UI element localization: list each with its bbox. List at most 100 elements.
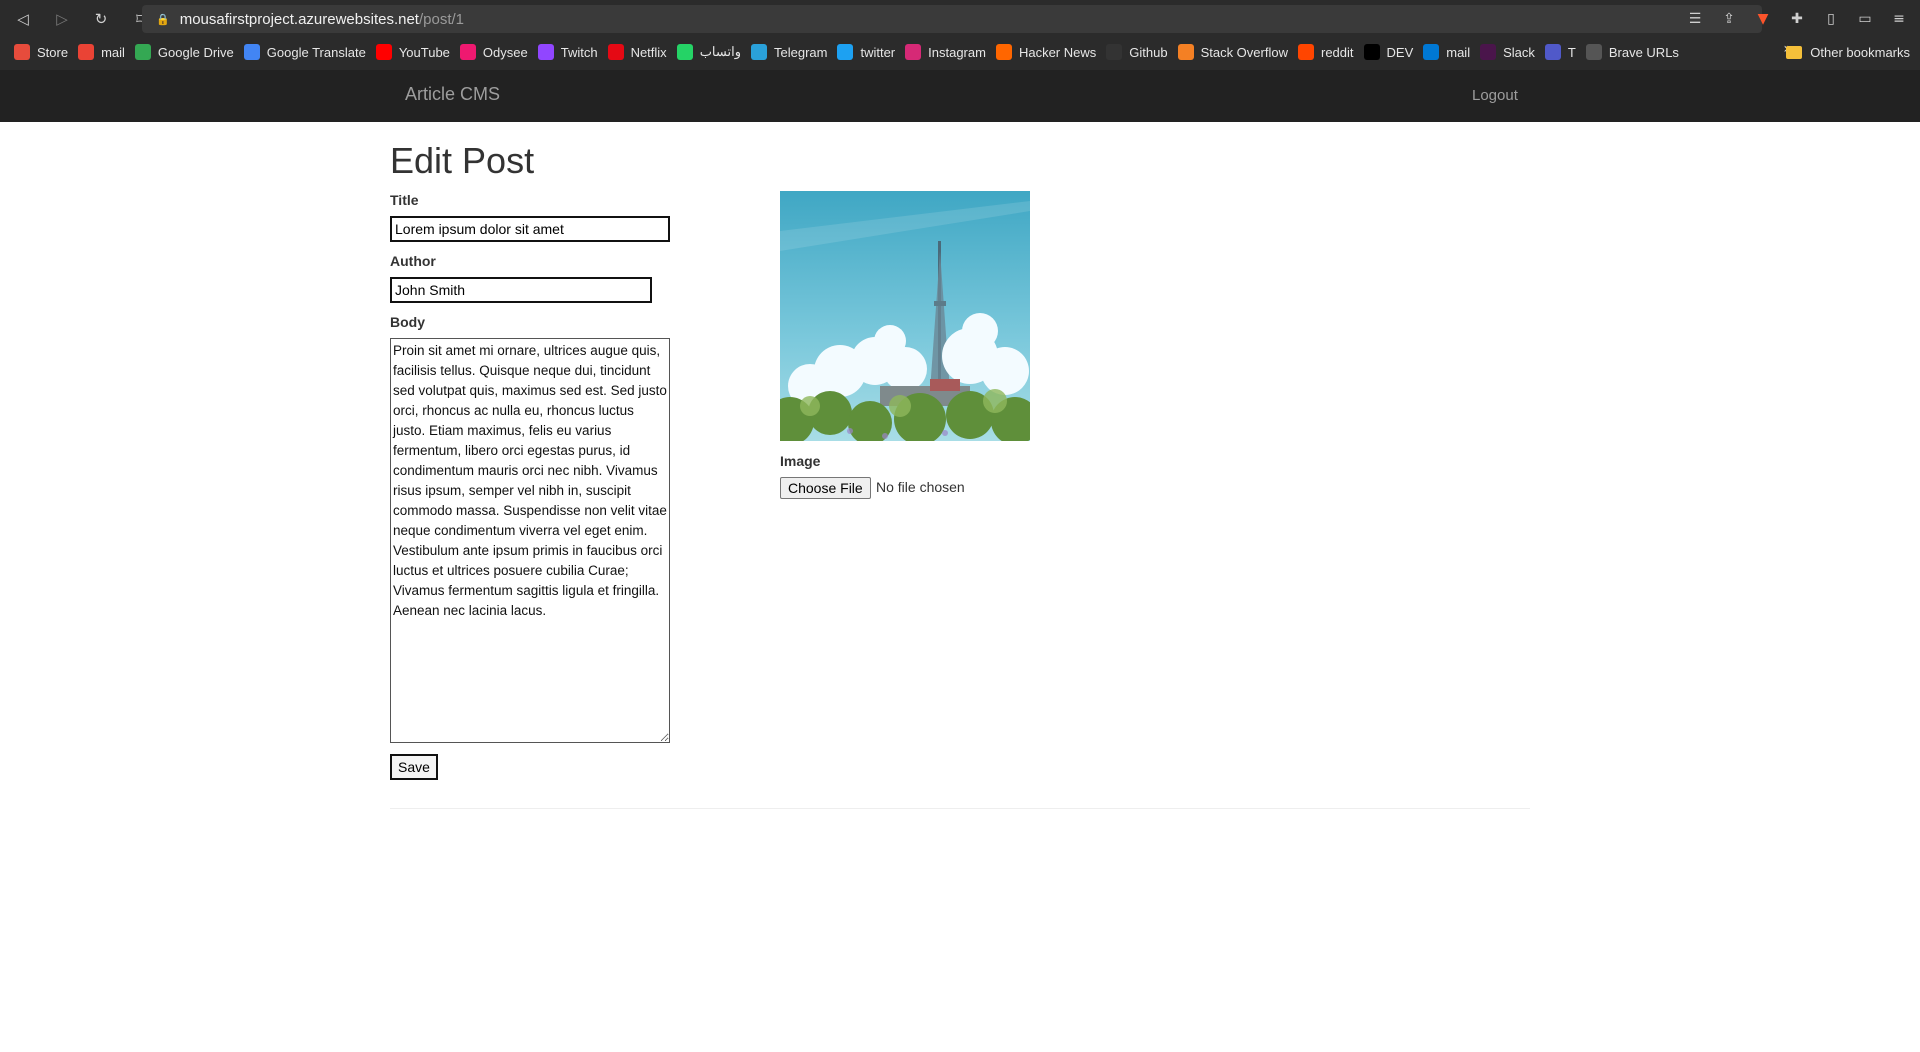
site-navbar: Article CMS Logout [0, 70, 1920, 122]
stackoverflow-icon [1177, 44, 1194, 60]
extensions-icon[interactable]: ✚ [1784, 6, 1810, 32]
bookmark-label: Odysee [482, 44, 528, 60]
tower-image [780, 191, 1030, 441]
bookmark-item[interactable]: Brave URLs [1584, 40, 1687, 64]
bookmark-item[interactable]: Telegram [749, 40, 835, 64]
teams-icon [1544, 44, 1561, 60]
post-image [780, 191, 1030, 441]
brave-shield-icon[interactable]: ▼ [1750, 6, 1776, 32]
body-textarea[interactable] [390, 338, 670, 743]
twitch-icon [537, 44, 554, 60]
author-label: Author [390, 253, 436, 269]
file-status: No file chosen [876, 479, 965, 495]
netflix-icon [607, 44, 624, 60]
bookmark-label: Stack Overflow [1200, 44, 1288, 60]
instagram-icon [905, 44, 922, 60]
odysee-icon [459, 44, 476, 60]
reload-icon[interactable]: ↻ [88, 6, 114, 32]
bookmark-item[interactable]: Twitch [536, 40, 606, 64]
url-path: /post/1 [418, 10, 465, 28]
bookmark-label: Hacker News [1018, 44, 1097, 60]
logout-link[interactable]: Logout [1472, 87, 1518, 104]
twitter-icon [837, 44, 854, 60]
hackernews-icon [995, 44, 1012, 60]
author-input[interactable] [390, 277, 652, 303]
bookmark-label: Slack [1503, 44, 1535, 60]
bookmark-item[interactable]: Store [12, 40, 76, 64]
bookmark-label: Brave URLs [1608, 44, 1679, 60]
bookmark-label: T [1567, 44, 1576, 60]
telegram-icon [751, 44, 767, 60]
github-icon [1106, 44, 1123, 60]
sidebar-icon[interactable]: ▯ [1818, 6, 1844, 32]
bookmark-label: واتساب [699, 44, 741, 59]
save-button[interactable]: Save [390, 754, 438, 780]
whatsapp-icon [676, 44, 693, 60]
browser-toolbar: ◁ ▷ ↻ ⌑ 🔒 mousafirstproject.azurewebsite… [0, 0, 1920, 38]
footer-divider [390, 808, 1530, 809]
body-label: Body [390, 314, 425, 330]
bookmark-item[interactable]: reddit [1296, 40, 1362, 64]
bookmark-label: Netflix [630, 44, 667, 60]
nav-buttons: ◁ ▷ ↻ ⌑ [10, 6, 153, 32]
bookmark-label: mail [1446, 44, 1471, 60]
choose-file-button[interactable]: Choose File [780, 477, 871, 499]
gmail-icon [78, 44, 95, 60]
bookmark-label: mail [101, 44, 125, 60]
share-icon[interactable]: ⇪ [1716, 6, 1742, 32]
browser-tools: ☰ ⇪ ▼ ✚ ▯ ▭ ≡ [1682, 6, 1912, 32]
bookmark-item[interactable]: واتساب [675, 40, 749, 64]
reddit-icon [1297, 44, 1314, 60]
other-bookmarks[interactable]: Other bookmarks [1786, 38, 1910, 66]
other-bookmarks-label: Other bookmarks [1810, 44, 1910, 60]
bookmark-item[interactable]: DEV [1362, 40, 1422, 64]
slack-icon [1480, 44, 1497, 60]
outlook-icon [1423, 44, 1440, 60]
bookmark-item[interactable]: YouTube [374, 40, 458, 64]
forward-icon[interactable]: ▷ [49, 6, 75, 32]
title-input[interactable] [390, 216, 670, 242]
bookmark-item[interactable]: Instagram [903, 40, 994, 64]
page-title: Edit Post [390, 140, 535, 181]
bookmark-label: DEV [1386, 44, 1414, 60]
bookmark-label: Twitch [560, 44, 598, 60]
browser-chrome: ◁ ▷ ↻ ⌑ 🔒 mousafirstproject.azurewebsite… [0, 0, 1920, 70]
bookmark-item[interactable]: Netflix [606, 40, 675, 64]
bookmark-item[interactable]: mail [1421, 40, 1478, 64]
bookmarks-bar: Store mail Google Drive Google Translate You… [0, 38, 1920, 66]
bookmark-label: Google Translate [266, 44, 366, 60]
dev-icon [1363, 44, 1380, 60]
wallet-icon[interactable]: ▭ [1852, 6, 1878, 32]
bookmark-label: reddit [1320, 44, 1354, 60]
globe-icon [1585, 44, 1602, 60]
url-host: mousafirstproject.azurewebsites.net [179, 10, 419, 28]
reader-mode-icon[interactable]: ☰ [1682, 6, 1708, 32]
bookmark-item[interactable]: mail [76, 40, 133, 64]
back-icon[interactable]: ◁ [10, 6, 36, 32]
bookmark-label: Google Drive [157, 44, 234, 60]
bookmark-item[interactable]: Google Translate [242, 40, 374, 64]
folder-icon [1786, 45, 1803, 59]
bookmark-item[interactable]: Slack [1478, 40, 1543, 64]
bookmark-item[interactable]: Github [1104, 40, 1175, 64]
bookmark-item[interactable]: Hacker News [994, 40, 1104, 64]
image-label: Image [780, 453, 821, 469]
bookmark-item[interactable]: Google Drive [133, 40, 242, 64]
bookmark-label: twitter [860, 44, 896, 60]
bookmark-item[interactable]: Stack Overflow [1176, 40, 1296, 64]
lock-icon: 🔒 [156, 12, 170, 26]
title-label: Title [390, 192, 419, 208]
translate-icon [243, 44, 260, 60]
store-icon [14, 44, 30, 60]
address-bar[interactable]: 🔒 mousafirstproject.azurewebsites.net/po… [142, 5, 1762, 33]
bookmark-label: YouTube [398, 44, 450, 60]
bookmark-item[interactable]: twitter [835, 40, 903, 64]
bookmark-item[interactable]: T [1543, 40, 1584, 64]
drive-icon [134, 44, 151, 60]
menu-icon[interactable]: ≡ [1886, 6, 1912, 32]
bookmark-item[interactable]: Odysee [458, 40, 536, 64]
bookmark-label: Telegram [774, 44, 828, 60]
bookmark-label: Github [1129, 44, 1168, 60]
bookmark-label: Store [37, 44, 69, 60]
brand-link[interactable]: Article CMS [405, 84, 500, 105]
